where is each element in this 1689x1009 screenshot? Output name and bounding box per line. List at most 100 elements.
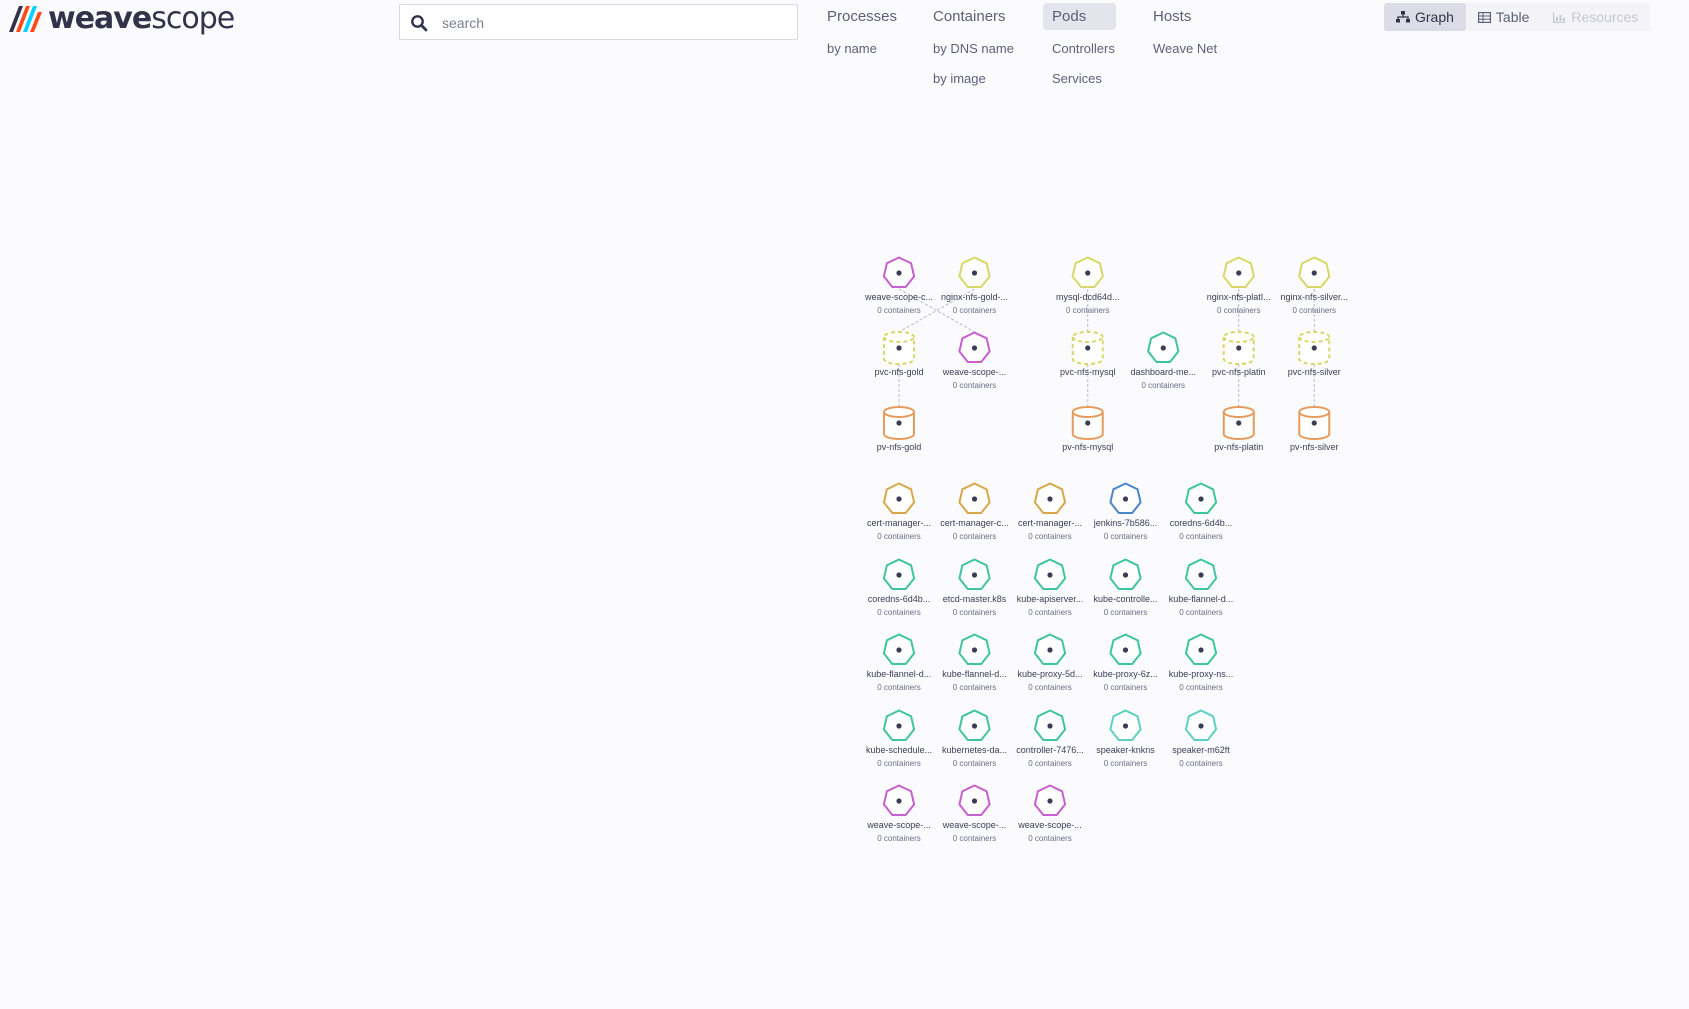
node-center-dot bbox=[1122, 496, 1129, 502]
node-label: cert-manager-c... bbox=[940, 518, 1009, 528]
node-center-dot bbox=[1311, 420, 1317, 426]
node-center-dot bbox=[1311, 345, 1317, 351]
graph-node[interactable]: dashboard-me... 0 containers bbox=[1130, 331, 1196, 391]
graph-node[interactable]: mysql-dcd64d... 0 containers bbox=[1056, 256, 1120, 316]
node-center-dot bbox=[1198, 572, 1204, 578]
node-center-dot bbox=[1047, 723, 1053, 729]
graph-node[interactable]: coredns-6d4b... 0 containers bbox=[868, 558, 931, 618]
graph-node[interactable]: weave-scope-... 0 containers bbox=[942, 331, 1007, 391]
node-center-dot bbox=[971, 496, 978, 502]
graph-node[interactable]: kube-flannel-d... 0 containers bbox=[1169, 558, 1234, 618]
graph-node[interactable]: kube-controlle... 0 containers bbox=[1093, 558, 1158, 618]
node-center-dot bbox=[971, 798, 978, 804]
graph-node[interactable]: pv-nfs-mysql bbox=[1062, 406, 1113, 452]
graph-node[interactable]: jenkins-7b586... 0 containers bbox=[1093, 482, 1158, 542]
node-label: jenkins-7b586... bbox=[1093, 518, 1158, 528]
node-sublabel: 0 containers bbox=[1104, 759, 1148, 768]
graph-node[interactable]: pv-nfs-silver bbox=[1290, 406, 1339, 452]
node-center-dot bbox=[896, 270, 902, 276]
node-label: nginx-nfs-silver... bbox=[1280, 292, 1348, 302]
graph-node[interactable]: nginx-nfs-silver... 0 containers bbox=[1280, 256, 1348, 316]
graph-node[interactable]: pvc-nfs-mysql bbox=[1060, 331, 1116, 377]
graph-node[interactable]: kube-proxy-6z... 0 containers bbox=[1093, 633, 1158, 693]
node-sublabel: 0 containers bbox=[1179, 759, 1223, 768]
node-center-dot bbox=[1236, 270, 1242, 276]
graph-node[interactable]: speaker-m62ft 0 containers bbox=[1172, 709, 1230, 769]
node-sublabel: 0 containers bbox=[1104, 608, 1148, 617]
node-sublabel: 0 containers bbox=[877, 834, 921, 843]
node-label: speaker-m62ft bbox=[1172, 745, 1230, 755]
graph-node[interactable]: kube-proxy-ns... 0 containers bbox=[1169, 633, 1234, 693]
node-sublabel: 0 containers bbox=[1104, 532, 1148, 541]
node-label: weave-scope-... bbox=[942, 367, 1007, 377]
graph-nodes: weave-scope-c...0 containersnginx-nfs-go… bbox=[864, 256, 1348, 844]
node-label: coredns-6d4b... bbox=[1170, 518, 1233, 528]
graph-node[interactable]: weave-scope-... 0 containers bbox=[866, 784, 931, 844]
graph-node[interactable]: pv-nfs-gold bbox=[877, 406, 922, 452]
graph-node[interactable]: kube-apiserver... 0 containers bbox=[1017, 558, 1084, 618]
node-label: pvc-nfs-mysql bbox=[1060, 367, 1116, 377]
graph-node[interactable]: kubernetes-da... 0 containers bbox=[942, 709, 1007, 769]
node-label: kube-controlle... bbox=[1093, 594, 1157, 604]
graph-node[interactable]: nginx-nfs-gold-... 0 containers bbox=[941, 256, 1008, 316]
node-label: dashboard-me... bbox=[1130, 367, 1196, 377]
node-label: weave-scope-... bbox=[866, 820, 931, 830]
graph-node[interactable]: weave-scope-... 0 containers bbox=[1017, 784, 1082, 844]
node-sublabel: 0 containers bbox=[1028, 759, 1072, 768]
graph-node[interactable]: coredns-6d4b... 0 containers bbox=[1170, 482, 1233, 542]
node-center-dot bbox=[971, 647, 978, 653]
node-center-dot bbox=[896, 723, 902, 729]
graph-node[interactable]: kube-flannel-d... 0 containers bbox=[942, 633, 1007, 693]
node-sublabel: 0 containers bbox=[953, 532, 997, 541]
node-center-dot bbox=[1198, 647, 1204, 653]
node-center-dot bbox=[1047, 798, 1053, 804]
node-center-dot bbox=[896, 496, 902, 502]
graph-node[interactable]: kube-proxy-5d... 0 containers bbox=[1017, 633, 1083, 693]
graph-node[interactable]: cert-manager-... 0 containers bbox=[1018, 482, 1082, 542]
graph-node[interactable]: kube-schedule... 0 containers bbox=[866, 709, 932, 769]
node-center-dot bbox=[971, 345, 978, 351]
node-label: kube-apiserver... bbox=[1017, 594, 1084, 604]
graph-node[interactable]: kube-flannel-d... 0 containers bbox=[867, 633, 932, 693]
graph-node[interactable]: weave-scope-c... 0 containers bbox=[864, 256, 933, 316]
node-label: pv-nfs-platin bbox=[1214, 442, 1263, 452]
node-sublabel: 0 containers bbox=[953, 759, 997, 768]
node-center-dot bbox=[1198, 723, 1204, 729]
node-label: kube-proxy-6z... bbox=[1093, 669, 1158, 679]
node-center-dot bbox=[1047, 496, 1053, 502]
node-label: pv-nfs-mysql bbox=[1062, 442, 1113, 452]
node-center-dot bbox=[896, 572, 902, 578]
node-label: pvc-nfs-platin bbox=[1212, 367, 1266, 377]
node-sublabel: 0 containers bbox=[1104, 683, 1148, 692]
graph-node[interactable]: speaker-knkns 0 containers bbox=[1096, 709, 1155, 769]
node-center-dot bbox=[1085, 420, 1091, 426]
node-center-dot bbox=[896, 345, 902, 351]
node-label: speaker-knkns bbox=[1096, 745, 1155, 755]
node-sublabel: 0 containers bbox=[1028, 834, 1072, 843]
graph-node[interactable]: pv-nfs-platin bbox=[1214, 406, 1263, 452]
node-sublabel: 0 containers bbox=[1179, 608, 1223, 617]
graph-node[interactable]: etcd-master.k8s 0 containers bbox=[943, 558, 1007, 618]
topology-graph: weave-scope-c...0 containersnginx-nfs-go… bbox=[864, 256, 1348, 844]
node-sublabel: 0 containers bbox=[1028, 608, 1072, 617]
graph-node[interactable]: weave-scope-... 0 containers bbox=[942, 784, 1007, 844]
graph-node[interactable]: pvc-nfs-gold bbox=[874, 331, 924, 377]
node-center-dot bbox=[1198, 496, 1204, 502]
graph-node[interactable]: controller-7476... 0 containers bbox=[1016, 709, 1084, 769]
node-label: kube-schedule... bbox=[866, 745, 932, 755]
graph-node[interactable]: cert-manager-... 0 containers bbox=[867, 482, 931, 542]
node-label: pvc-nfs-gold bbox=[874, 367, 923, 377]
graph-node[interactable]: pvc-nfs-platin bbox=[1212, 331, 1266, 377]
node-label: weave-scope-c... bbox=[864, 292, 933, 302]
node-center-dot bbox=[1122, 572, 1129, 578]
node-sublabel: 0 containers bbox=[1179, 683, 1223, 692]
graph-node[interactable]: pvc-nfs-silver bbox=[1288, 331, 1341, 377]
graph-node[interactable]: nginx-nfs-platI... 0 containers bbox=[1207, 256, 1271, 316]
node-sublabel: 0 containers bbox=[877, 608, 921, 617]
node-sublabel: 0 containers bbox=[1141, 381, 1185, 390]
node-label: coredns-6d4b... bbox=[868, 594, 931, 604]
node-center-dot bbox=[971, 270, 978, 276]
graph-node[interactable]: cert-manager-c... 0 containers bbox=[940, 482, 1009, 542]
node-label: cert-manager-... bbox=[867, 518, 931, 528]
node-label: mysql-dcd64d... bbox=[1056, 292, 1120, 302]
